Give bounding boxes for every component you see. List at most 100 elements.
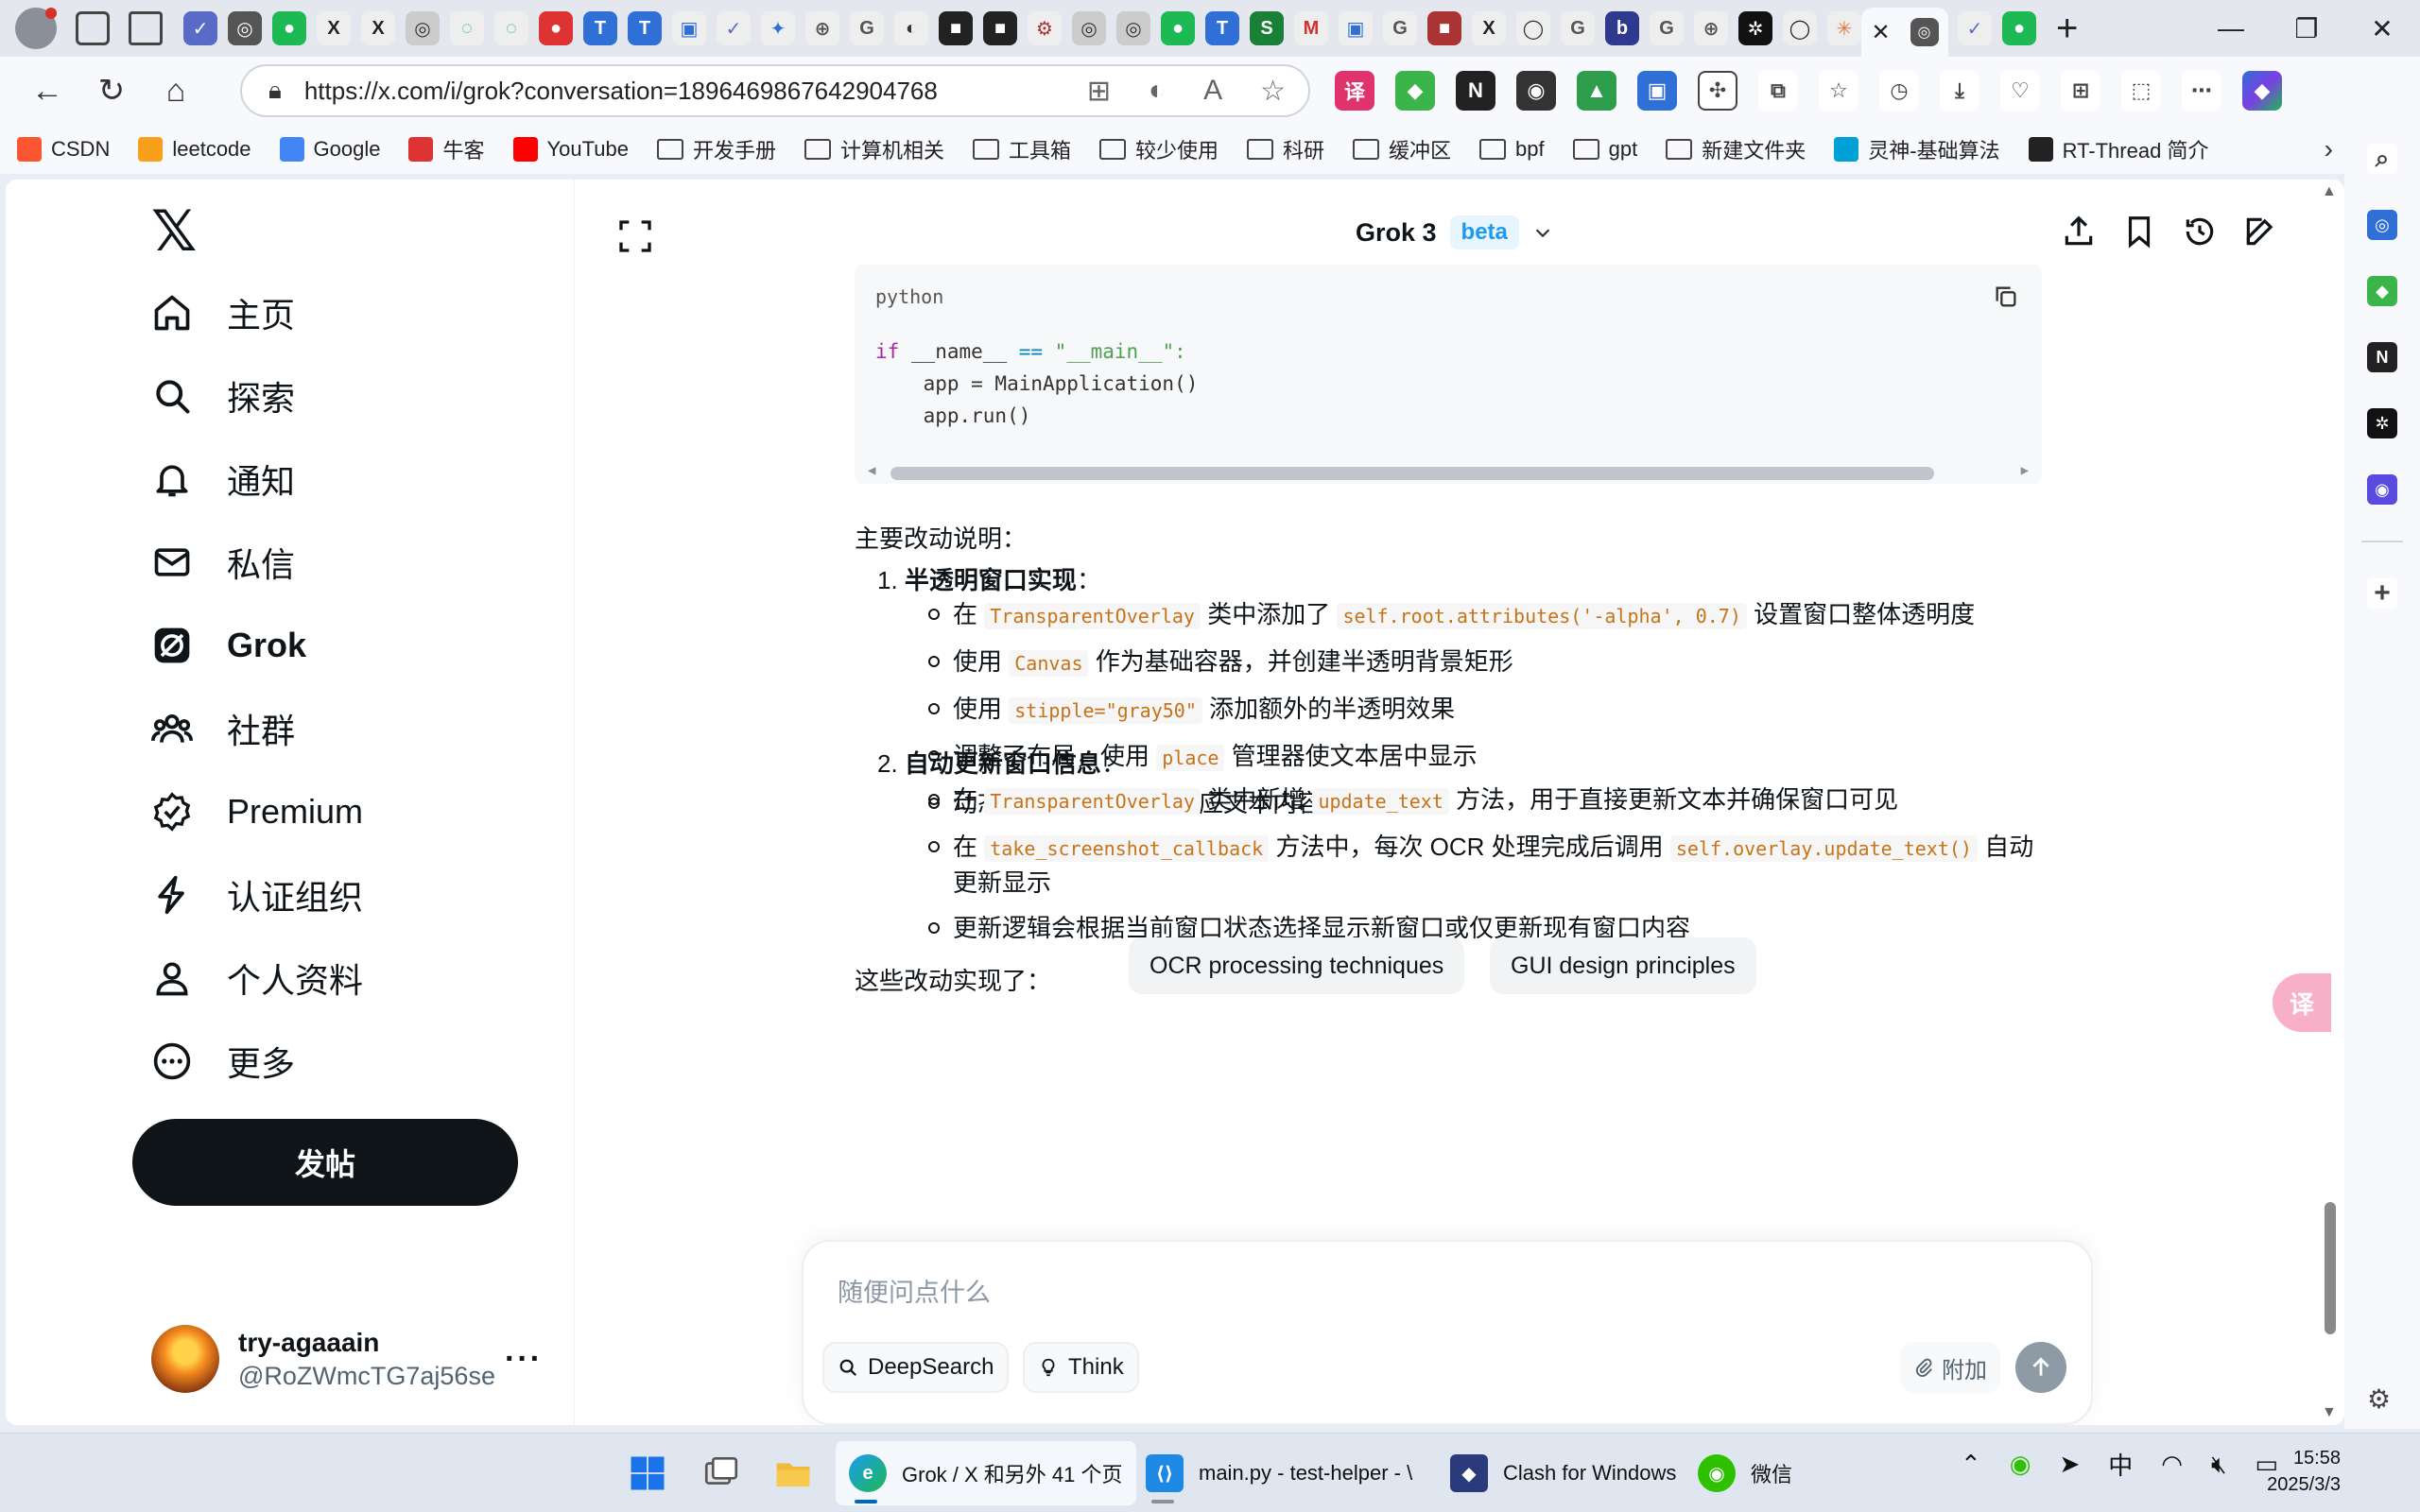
tab-favicon[interactable]: ◎ <box>1116 11 1150 45</box>
bookmark-item[interactable]: 工具箱 <box>972 134 1071 164</box>
tab-actions-icon[interactable] <box>129 11 163 45</box>
bookmark-item[interactable]: YouTube <box>512 137 629 162</box>
tab-favicon-x[interactable]: X <box>361 11 395 45</box>
bookmark-item[interactable]: 牛客 <box>408 134 485 164</box>
home-icon-browser[interactable]: ⌂ <box>146 60 206 121</box>
workspaces-icon[interactable] <box>76 11 110 45</box>
nav-item-profile[interactable]: 个人资料 <box>151 945 363 1011</box>
tab-favicon[interactable]: ◎ <box>1072 11 1106 45</box>
scroll-down-icon[interactable]: ▼ <box>2322 1404 2337 1421</box>
add-icon[interactable]: + <box>2367 577 2397 609</box>
expand-icon[interactable] <box>616 217 654 255</box>
scrollbar-thumb[interactable] <box>890 467 1934 480</box>
suggestion-chip[interactable]: OCR processing techniques <box>1129 937 1465 994</box>
bookmark-item[interactable]: 较少使用 <box>1099 134 1219 164</box>
copy-icon[interactable] <box>1993 284 2019 310</box>
history-icon[interactable]: ◷ <box>1879 71 1919 111</box>
tab-favicon[interactable]: ■ <box>939 11 973 45</box>
bookmark-item[interactable]: 灵神-基础算法 <box>1834 134 2000 164</box>
tab-favicon[interactable]: T <box>1205 11 1239 45</box>
tab-favicon[interactable]: G <box>1650 11 1684 45</box>
performance-icon[interactable]: ♡ <box>2000 71 2040 111</box>
nav-item-messages[interactable]: 私信 <box>151 529 295 595</box>
clock[interactable]: 15:58 2025/3/3 <box>2267 1445 2341 1498</box>
tab-favicon[interactable]: ⚙ <box>1028 11 1062 45</box>
nav-item-more[interactable]: 更多 <box>151 1028 295 1094</box>
tab-favicon[interactable]: ● <box>1161 11 1195 45</box>
immersive-reader-icon[interactable]: ◐ <box>1149 75 1166 108</box>
collections-icon[interactable]: ⊞ <box>2061 71 2100 111</box>
tab-favicon[interactable]: T <box>583 11 617 45</box>
bookmark-item[interactable]: Google <box>279 137 380 162</box>
tab-favicon[interactable]: ◌ <box>494 11 528 45</box>
tab-favicon[interactable]: ● <box>539 11 573 45</box>
bookmark-item[interactable]: CSDN <box>17 137 110 162</box>
nav-item-home[interactable]: 主页 <box>151 280 295 346</box>
chatgpt-icon[interactable]: ✲ <box>2367 408 2397 438</box>
close-icon[interactable]: ✕ <box>1871 19 1890 46</box>
post-button[interactable]: 发帖 <box>132 1119 518 1206</box>
nav-item-communities[interactable]: 社群 <box>151 696 295 762</box>
nav-item-premium[interactable]: Premium <box>151 779 363 845</box>
grok-model-selector[interactable]: Grok 3 beta <box>1356 215 1553 249</box>
download-icon[interactable]: ⤓ <box>1940 71 1979 111</box>
share-icon[interactable] <box>2061 214 2097 249</box>
tab-favicon[interactable]: b <box>1605 11 1639 45</box>
send-button[interactable] <box>2015 1342 2066 1393</box>
extensions-icon[interactable]: ✣ <box>1698 71 1737 111</box>
url-text[interactable]: https://x.com/i/grok?conversation=189646… <box>304 77 938 106</box>
nav-item-explore[interactable]: 探索 <box>151 363 295 429</box>
sidebar-app-icon[interactable]: ◆ <box>2367 276 2397 306</box>
tab-favicon[interactable]: ■ <box>983 11 1017 45</box>
wifi-icon[interactable]: ◠ <box>2161 1450 2183 1479</box>
favorite-star-icon[interactable]: ☆ <box>1260 75 1286 108</box>
taskbar-app-wechat[interactable]: ◉ 微信 <box>1685 1441 1806 1505</box>
split-screen-icon[interactable]: ⧉ <box>1758 71 1798 111</box>
tab-favicon[interactable]: ✦ <box>761 11 795 45</box>
settings-gear-icon[interactable]: ⚙ <box>2367 1383 2397 1414</box>
active-tab[interactable]: ✕ ◎ <box>1861 8 1948 57</box>
suggestion-chip[interactable]: GUI design principles <box>1490 937 1756 994</box>
wechat-tray-icon[interactable]: ◉ <box>2010 1450 2031 1479</box>
ime-indicator[interactable]: 中 <box>2108 1447 2133 1482</box>
nav-item-verified-orgs[interactable]: 认证组织 <box>151 862 363 928</box>
bookmark-item[interactable]: 开发手册 <box>656 134 776 164</box>
address-bar[interactable]: 🔒︎ https://x.com/i/grok?conversation=189… <box>240 64 1310 117</box>
sidebar-app-icon[interactable]: ◉ <box>2367 474 2397 505</box>
tab-favicon[interactable]: ✓ <box>717 11 751 45</box>
start-button[interactable] <box>628 1441 667 1505</box>
tab-favicon[interactable]: M <box>1294 11 1328 45</box>
window-close-icon[interactable]: ✕ <box>2344 0 2420 57</box>
tab-favicon[interactable]: ● <box>2002 11 2036 45</box>
copilot-icon[interactable]: ◆ <box>2242 71 2282 111</box>
scroll-right-icon[interactable]: ▶ <box>2021 463 2029 478</box>
tab-favicon[interactable]: ▣ <box>672 11 706 45</box>
reload-icon[interactable]: ↻ <box>81 60 142 121</box>
ext-icon[interactable]: ▲ <box>1577 71 1616 111</box>
chevron-right-icon[interactable]: › <box>2325 134 2333 164</box>
tab-favicon[interactable]: ▣ <box>1339 11 1373 45</box>
restore-icon[interactable]: ❐ <box>2269 0 2344 57</box>
scroll-up-icon[interactable]: ▲ <box>2322 183 2337 200</box>
bookmark-item[interactable]: 缓冲区 <box>1353 134 1451 164</box>
scrollbar-thumb[interactable] <box>2325 1202 2336 1334</box>
tab-favicon[interactable]: ✳ <box>1827 11 1861 45</box>
nav-item-notifications[interactable]: 通知 <box>151 446 295 512</box>
send-icon[interactable]: ➤ <box>2059 1450 2080 1479</box>
tab-favicon-x[interactable]: X <box>1472 11 1506 45</box>
apps-icon[interactable]: ⊞ <box>1087 75 1111 108</box>
taskbar-app-clash[interactable]: ◆ Clash for Windows <box>1437 1441 1689 1505</box>
tab-favicon[interactable]: ✓ <box>1958 11 1992 45</box>
attach-button[interactable]: 附加 <box>1900 1342 2000 1393</box>
bookmark-item[interactable]: RT-Thread 简介 <box>2028 134 2208 164</box>
new-tab-button[interactable]: + <box>2056 8 2078 50</box>
ext-icon[interactable]: ◆ <box>1395 71 1435 111</box>
back-icon[interactable]: ← <box>17 60 78 121</box>
tab-favicon[interactable]: G <box>1383 11 1417 45</box>
tab-favicon[interactable]: ⊕ <box>805 11 839 45</box>
think-button[interactable]: Think <box>1023 1342 1139 1393</box>
bookmark-icon[interactable] <box>2121 214 2157 249</box>
tab-favicon[interactable]: G <box>1561 11 1595 45</box>
tab-favicon[interactable]: ◎ <box>406 11 440 45</box>
search-icon[interactable]: ⌕ <box>2367 144 2397 174</box>
